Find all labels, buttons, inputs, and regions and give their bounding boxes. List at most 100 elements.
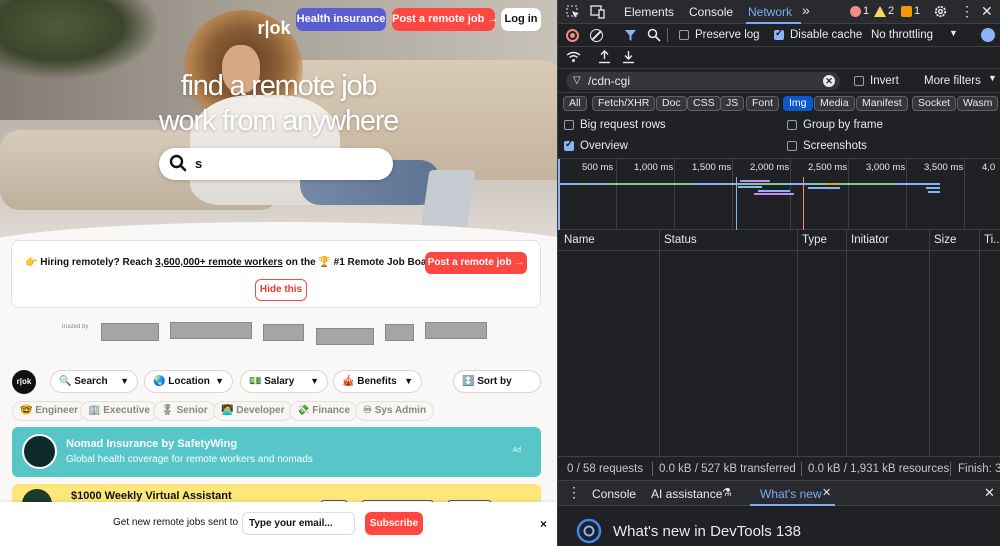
invert-checkbox[interactable]: [854, 76, 864, 86]
export-har-icon[interactable]: [622, 50, 635, 67]
tick-label: 3,500 ms: [924, 162, 964, 173]
tag-developer[interactable]: 🧑‍💻 Developer: [213, 401, 293, 421]
tag-executive[interactable]: 🏢 Executive: [80, 401, 158, 421]
clear-filter-icon[interactable]: ✕: [823, 75, 835, 87]
close-tab-icon[interactable]: ✕: [822, 486, 831, 499]
tag-engineer[interactable]: 🤓 Engineer: [12, 401, 87, 421]
error-icon[interactable]: [850, 6, 861, 17]
search-input[interactable]: s: [159, 148, 393, 180]
type-media[interactable]: Media: [814, 96, 855, 111]
warning-count[interactable]: 2: [888, 5, 894, 17]
device-toolbar-icon[interactable]: [590, 4, 606, 23]
close-icon[interactable]: ×: [540, 517, 547, 531]
type-css[interactable]: CSS: [687, 96, 721, 111]
location-filter[interactable]: 🌏 Location ▼: [144, 370, 233, 393]
type-font[interactable]: Font: [746, 96, 780, 111]
waterfall-bar: [758, 190, 790, 192]
column-divider: [797, 230, 798, 456]
chevron-down-icon[interactable]: ▼: [949, 28, 958, 38]
col-name[interactable]: Name: [564, 234, 595, 246]
drawer-tab-whats-new[interactable]: What's new: [760, 487, 822, 501]
search-filter[interactable]: 🔍 Search ▼: [50, 370, 138, 393]
type-all[interactable]: All: [563, 96, 587, 111]
close-drawer-icon[interactable]: ✕: [984, 485, 995, 501]
error-count[interactable]: 1: [863, 5, 869, 17]
more-filters-button[interactable]: More filters: [924, 75, 981, 87]
preserve-log-checkbox[interactable]: [679, 30, 689, 40]
type-manifest[interactable]: Manifest: [856, 96, 908, 111]
big-rows-label: Big request rows: [580, 119, 666, 131]
site-logo[interactable]: r|ok: [252, 16, 296, 40]
sort-by-button[interactable]: ↕️ Sort by: [453, 370, 541, 393]
chevron-down-icon[interactable]: ▼: [988, 73, 997, 83]
type-js[interactable]: JS: [720, 96, 745, 111]
finish-time: Finish: 3: [958, 463, 1000, 475]
big-rows-checkbox[interactable]: [564, 120, 574, 130]
safetywing-ad[interactable]: Nomad Insurance by SafetyWing Global hea…: [12, 427, 541, 477]
tag-sys-admin[interactable]: ♾ Sys Admin: [355, 401, 435, 421]
tab-console[interactable]: Console: [689, 5, 733, 19]
hide-banner-button[interactable]: Hide this: [255, 279, 307, 301]
overview-selection-handle[interactable]: [558, 159, 560, 231]
col-status[interactable]: Status: [664, 234, 697, 246]
issues-count[interactable]: 1: [914, 5, 920, 17]
dom-content-loaded-marker: [736, 177, 737, 231]
tag-senior[interactable]: 🎖 Senior: [153, 401, 216, 421]
drawer-menu-icon[interactable]: ⋮: [567, 484, 581, 501]
banner-post-job-button[interactable]: Post a remote job →: [425, 252, 527, 274]
throttling-select[interactable]: No throttling: [871, 29, 933, 41]
filter-icon[interactable]: [624, 29, 637, 45]
type-img[interactable]: Img: [783, 96, 813, 111]
type-doc[interactable]: Doc: [656, 96, 687, 111]
tag-finance[interactable]: 💸 Finance: [289, 401, 359, 421]
network-overview[interactable]: 500 ms 1,000 ms 1,500 ms 2,000 ms 2,500 …: [558, 158, 1000, 231]
type-wasm[interactable]: Wasm: [957, 96, 999, 111]
screenshots-checkbox[interactable]: [787, 141, 797, 151]
filter-input[interactable]: ▽ /cdn-cgi ✕: [566, 72, 840, 90]
post-job-button[interactable]: Post a remote job →: [392, 8, 498, 31]
tab-elements[interactable]: Elements: [624, 5, 674, 19]
screenshots-label: Screenshots: [803, 140, 867, 152]
waterfall-bar: [740, 180, 770, 182]
email-field[interactable]: Type your email...: [242, 512, 355, 535]
drawer-tab-console[interactable]: Console: [592, 487, 636, 501]
col-time[interactable]: Ti...: [984, 234, 1000, 246]
type-socket[interactable]: Socket: [912, 96, 957, 111]
warning-icon[interactable]: [874, 6, 886, 17]
wifi-icon[interactable]: [566, 51, 581, 66]
disable-cache-checkbox[interactable]: [774, 28, 784, 40]
col-initiator[interactable]: Initiator: [851, 234, 889, 246]
search-network-icon[interactable]: [647, 28, 661, 45]
hero-headline-2: work from anywhere: [0, 105, 557, 138]
login-button[interactable]: Log in: [501, 8, 541, 31]
devtools-tabbar: Elements Console Network » 1 2 1 ⋮ ✕: [558, 0, 1000, 24]
health-insurance-button[interactable]: Health insurance: [296, 8, 386, 31]
reach-link[interactable]: 3,600,000+ remote workers: [155, 257, 283, 268]
inspect-element-icon[interactable]: [566, 5, 580, 22]
more-tabs-icon[interactable]: »: [802, 2, 810, 18]
col-type[interactable]: Type: [802, 234, 827, 246]
tab-network[interactable]: Network: [748, 5, 792, 19]
chevron-down-icon: ▼: [404, 376, 413, 386]
issues-icon[interactable]: [901, 6, 912, 17]
settings-gear-icon[interactable]: [933, 4, 948, 22]
col-size[interactable]: Size: [934, 234, 956, 246]
type-fetch-xhr[interactable]: Fetch/XHR: [592, 96, 656, 111]
group-by-frame-checkbox[interactable]: [787, 120, 797, 130]
drawer-tab-ai-assistance[interactable]: AI assistance: [651, 487, 722, 501]
benefits-filter[interactable]: 🎪 Benefits ▼: [333, 370, 422, 393]
overview-checkbox[interactable]: [564, 139, 574, 151]
rok-logo-button[interactable]: r|ok: [12, 370, 36, 394]
kebab-menu-icon[interactable]: ⋮: [960, 3, 974, 20]
waterfall-bar: [896, 183, 940, 185]
network-conditions-icon[interactable]: [981, 28, 995, 42]
subscribe-button[interactable]: Subscribe: [365, 512, 423, 535]
tick-label: 500 ms: [582, 162, 614, 173]
salary-filter[interactable]: 💵 Salary ▼: [240, 370, 328, 393]
record-icon[interactable]: [566, 29, 579, 42]
waterfall-bar: [808, 187, 840, 189]
close-devtools-icon[interactable]: ✕: [981, 3, 993, 20]
clear-icon[interactable]: [590, 29, 603, 42]
import-har-icon[interactable]: [598, 50, 611, 67]
column-divider: [929, 230, 930, 456]
